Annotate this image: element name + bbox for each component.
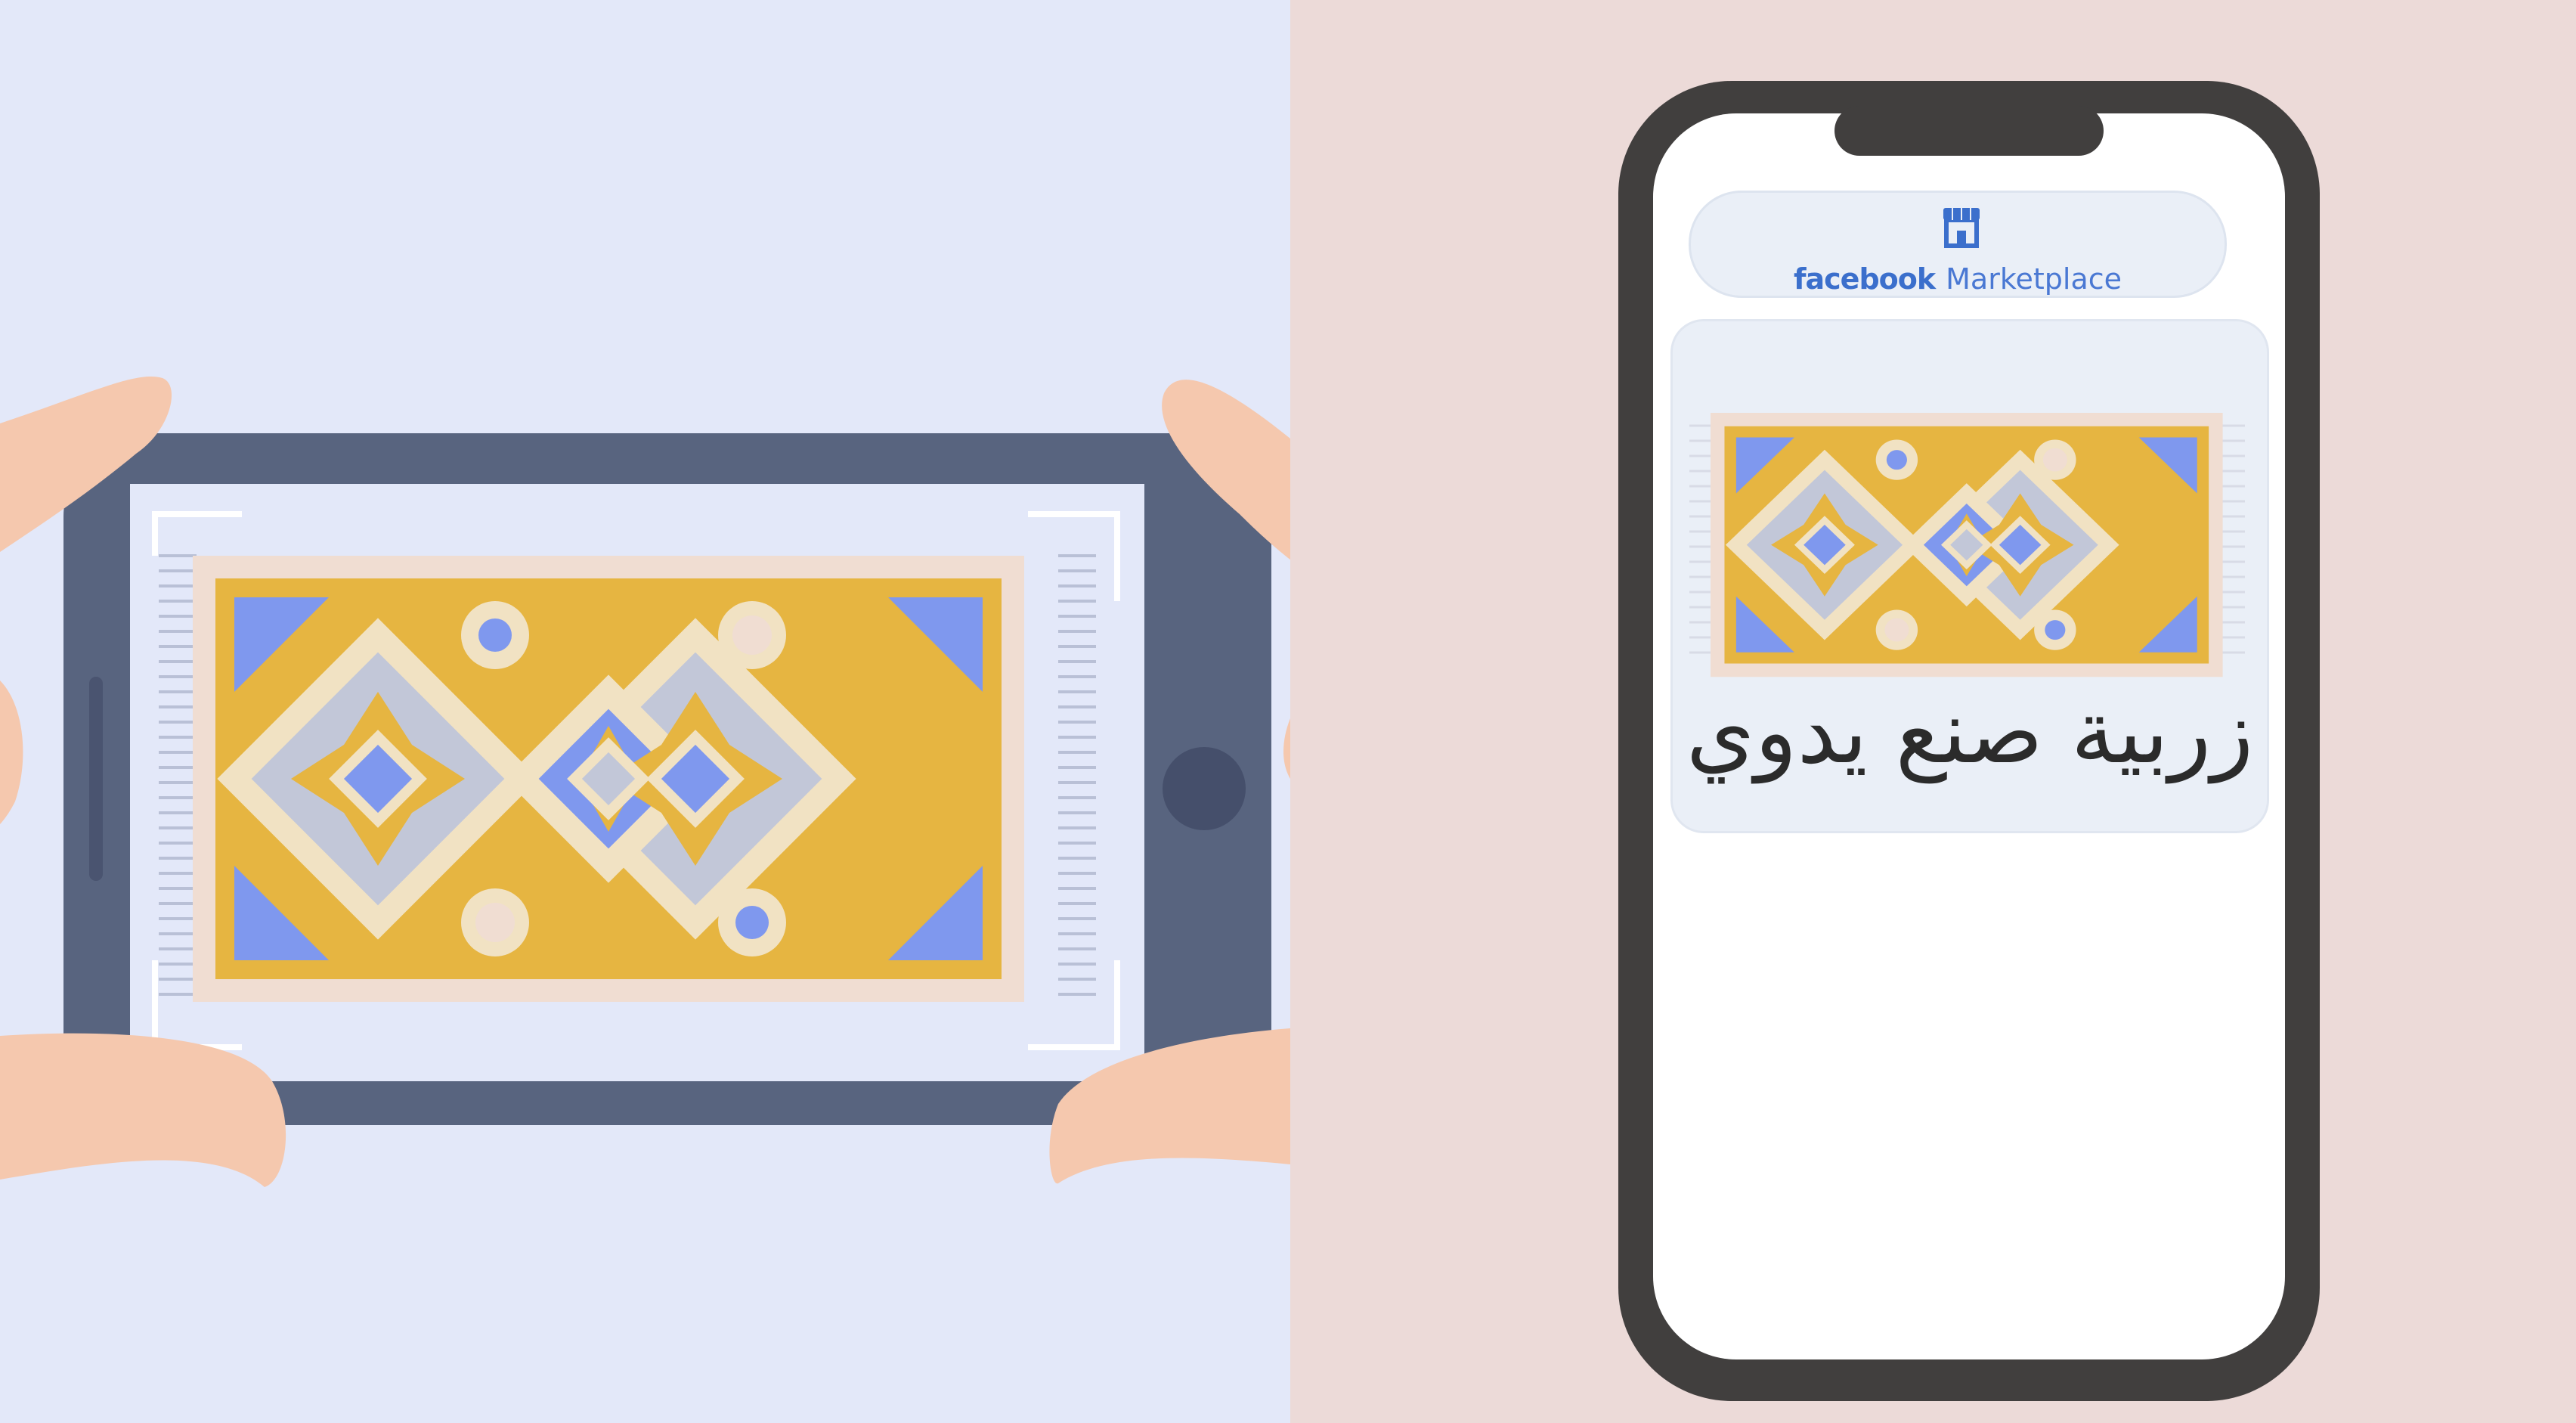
notch <box>1834 106 2104 156</box>
left-scene <box>0 0 1290 1423</box>
facebook-wordmark: facebook <box>1793 262 1936 296</box>
marketplace-brand: facebook Marketplace <box>1691 262 2225 296</box>
home-button-icon <box>1163 747 1246 830</box>
listing-title: زربية صنع يدوي <box>1686 681 2254 783</box>
storefront-icon <box>1943 208 1980 248</box>
marketplace-header: facebook Marketplace <box>1689 191 2227 298</box>
marketplace-wordmark: Marketplace <box>1946 262 2122 296</box>
hands-holding-phone-illustration <box>0 377 1290 1187</box>
listing-rug-thumbnail <box>1689 411 2245 679</box>
rug-photo <box>193 556 1024 1002</box>
